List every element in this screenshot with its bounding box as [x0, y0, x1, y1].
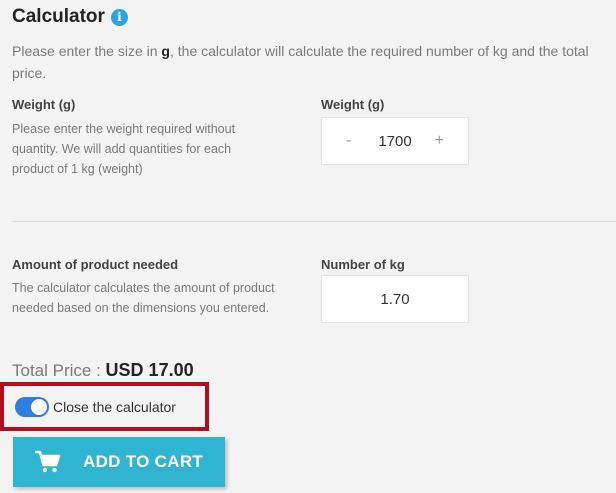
cart-icon: [34, 450, 61, 474]
increment-button[interactable]: +: [435, 118, 444, 164]
amount-description: The calculator calculates the amount of …: [12, 278, 312, 318]
intro-text: Please enter the size in g, the calculat…: [12, 40, 612, 84]
amount-description-line: The calculator calculates the amount of …: [12, 281, 275, 295]
section-divider: [12, 221, 616, 222]
intro-before: Please enter the size in: [12, 43, 162, 59]
toggle-label[interactable]: Close the calculator: [53, 399, 176, 415]
amount-label: Amount of product needed: [12, 257, 179, 272]
weight-description: Please enter the weight required without…: [12, 119, 302, 179]
add-to-cart-button[interactable]: ADD TO CART: [13, 437, 225, 487]
total-label: Total Price :: [12, 361, 106, 380]
weight-field-label: Weight (g): [321, 97, 385, 112]
weight-description-line: Please enter the weight required without: [12, 122, 236, 136]
weight-description-line: quantity. We will add quantities for eac…: [12, 142, 232, 156]
total-price: Total Price : USD 17.00: [12, 360, 194, 381]
info-icon[interactable]: i: [110, 8, 128, 26]
weight-stepper[interactable]: - 1700 +: [321, 117, 469, 165]
calculator-header: Calculator i: [12, 6, 128, 28]
kg-field-label: Number of kg: [321, 257, 405, 272]
close-calculator-toggle-row[interactable]: Close the calculator: [0, 382, 209, 431]
weight-description-line: product of 1 kg (weight): [12, 162, 143, 176]
kg-value: 1.70: [380, 290, 410, 308]
toggle-knob: [31, 398, 47, 415]
intro-unit: g: [161, 43, 170, 59]
page-title: Calculator: [12, 6, 105, 27]
weight-label: Weight (g): [12, 97, 76, 112]
kg-output: 1.70: [321, 275, 469, 323]
weight-input[interactable]: 1700: [378, 133, 411, 150]
close-calculator-toggle[interactable]: [15, 396, 49, 417]
decrement-button[interactable]: -: [346, 118, 351, 164]
total-value: USD 17.00: [105, 360, 194, 380]
amount-description-line: needed based on the dimensions you enter…: [12, 301, 270, 315]
add-to-cart-label: ADD TO CART: [83, 452, 204, 471]
